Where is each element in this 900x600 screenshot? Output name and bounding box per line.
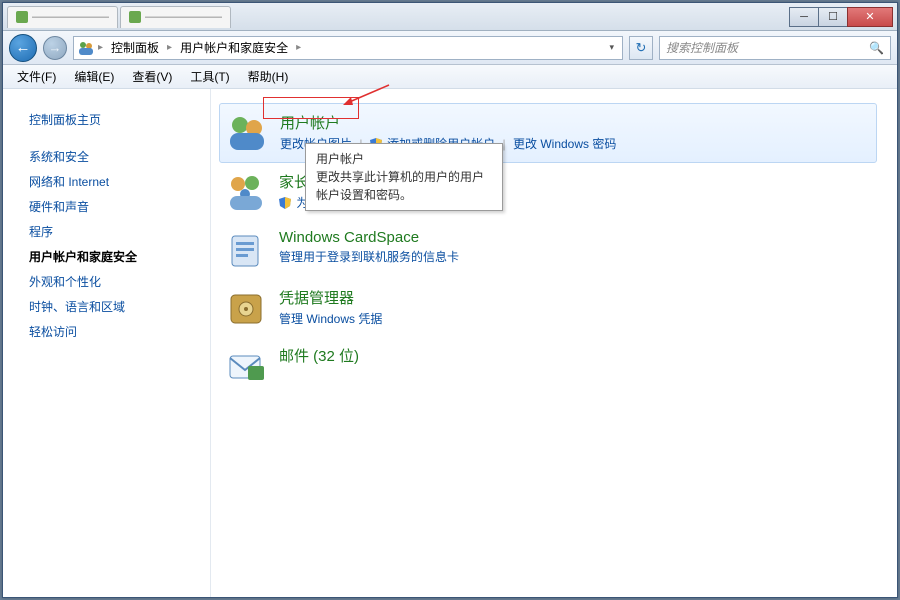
user-accounts-icon (78, 40, 94, 56)
sidebar-item-user-accounts[interactable]: 用户帐户和家庭安全 (29, 244, 200, 269)
content-area: 控制面板主页 系统和安全 网络和 Internet 硬件和声音 程序 用户帐户和… (3, 89, 897, 597)
user-accounts-icon (226, 112, 268, 154)
link-change-password[interactable]: 更改 Windows 密码 (513, 137, 616, 151)
category-credential-manager: 凭据管理器 管理 Windows 凭据 (219, 279, 877, 337)
sidebar-item-hardware[interactable]: 硬件和声音 (29, 194, 200, 219)
close-button[interactable]: ✕ (847, 7, 893, 27)
tab-label: ——————— (32, 11, 109, 23)
family-icon (225, 171, 267, 213)
menu-bar: 文件(F) 编辑(E) 查看(V) 工具(T) 帮助(H) (3, 65, 897, 89)
browser-tab-1[interactable]: ——————— (7, 6, 118, 28)
chevron-right-icon: ▸ (98, 42, 103, 53)
sidebar-item-clock[interactable]: 时钟、语言和区域 (29, 294, 200, 319)
minimize-button[interactable]: ─ (789, 7, 819, 27)
address-bar[interactable]: ▸ 控制面板 ▸ 用户帐户和家庭安全 ▸ ▾ (73, 36, 623, 60)
browser-tab-2[interactable]: ——————— (120, 6, 231, 28)
category-cardspace: Windows CardSpace 管理用于登录到联机服务的信息卡 (219, 221, 877, 279)
menu-help[interactable]: 帮助(H) (240, 65, 297, 88)
shield-icon (279, 197, 291, 209)
sidebar-item-network[interactable]: 网络和 Internet (29, 169, 200, 194)
sidebar-item-ease[interactable]: 轻松访问 (29, 319, 200, 344)
maximize-button[interactable]: ☐ (818, 7, 848, 27)
refresh-icon: ↻ (636, 40, 647, 56)
nav-toolbar: ← → ▸ 控制面板 ▸ 用户帐户和家庭安全 ▸ ▾ ↻ 搜索控制面板 🔍 (3, 31, 897, 65)
tooltip-body: 更改共享此计算机的用户的用户帐户设置和密码。 (316, 168, 492, 204)
search-box[interactable]: 搜索控制面板 🔍 (659, 36, 891, 60)
favicon-icon (16, 11, 28, 23)
menu-view[interactable]: 查看(V) (124, 65, 180, 88)
link-user-accounts-title[interactable]: 用户帐户 (280, 112, 340, 133)
sidebar-item-home[interactable]: 控制面板主页 (29, 107, 200, 132)
breadcrumb-control-panel[interactable]: 控制面板 (107, 38, 163, 57)
search-placeholder: 搜索控制面板 (666, 39, 738, 56)
arrow-right-icon: → (49, 40, 62, 55)
menu-edit[interactable]: 编辑(E) (66, 65, 122, 88)
sidebar: 控制面板主页 系统和安全 网络和 Internet 硬件和声音 程序 用户帐户和… (3, 89, 211, 597)
link-credential-title[interactable]: 凭据管理器 (279, 287, 354, 308)
vault-icon (225, 287, 267, 329)
tooltip: 用户帐户 更改共享此计算机的用户的用户帐户设置和密码。 (305, 143, 503, 211)
cardspace-icon (225, 229, 267, 271)
sidebar-item-programs[interactable]: 程序 (29, 219, 200, 244)
window: ——————— ——————— ─ ☐ ✕ ← → ▸ 控制面板 ▸ 用户帐户和… (2, 2, 898, 598)
chevron-right-icon: ▸ (167, 42, 172, 53)
window-controls: ─ ☐ ✕ (790, 7, 893, 27)
link-credential-manage[interactable]: 管理 Windows 凭据 (279, 312, 382, 326)
titlebar: ——————— ——————— ─ ☐ ✕ (3, 3, 897, 31)
sidebar-item-system[interactable]: 系统和安全 (29, 144, 200, 169)
link-cardspace-title[interactable]: Windows CardSpace (279, 229, 419, 246)
chevron-right-icon: ▸ (296, 42, 301, 53)
breadcrumb-user-accounts[interactable]: 用户帐户和家庭安全 (176, 38, 292, 57)
arrow-left-icon: ← (16, 39, 31, 56)
category-mail: 邮件 (32 位) (219, 337, 877, 395)
divider: | (503, 137, 506, 151)
search-icon: 🔍 (869, 41, 884, 55)
sidebar-item-appearance[interactable]: 外观和个性化 (29, 269, 200, 294)
menu-file[interactable]: 文件(F) (9, 65, 64, 88)
favicon-icon (129, 11, 141, 23)
forward-button[interactable]: → (43, 36, 67, 60)
tooltip-title: 用户帐户 (316, 150, 492, 168)
mail-icon (225, 345, 267, 387)
address-dropdown-icon[interactable]: ▾ (605, 42, 618, 53)
tab-label: ——————— (145, 11, 222, 23)
refresh-button[interactable]: ↻ (629, 36, 653, 60)
link-mail-title[interactable]: 邮件 (32 位) (279, 345, 359, 366)
main-panel: 用户帐户 更改帐户图片 | 添加或删除用户帐户 | 更改 Windows 密码 (211, 89, 897, 597)
menu-tools[interactable]: 工具(T) (182, 65, 237, 88)
link-cardspace-manage[interactable]: 管理用于登录到联机服务的信息卡 (279, 250, 459, 264)
back-button[interactable]: ← (9, 34, 37, 62)
